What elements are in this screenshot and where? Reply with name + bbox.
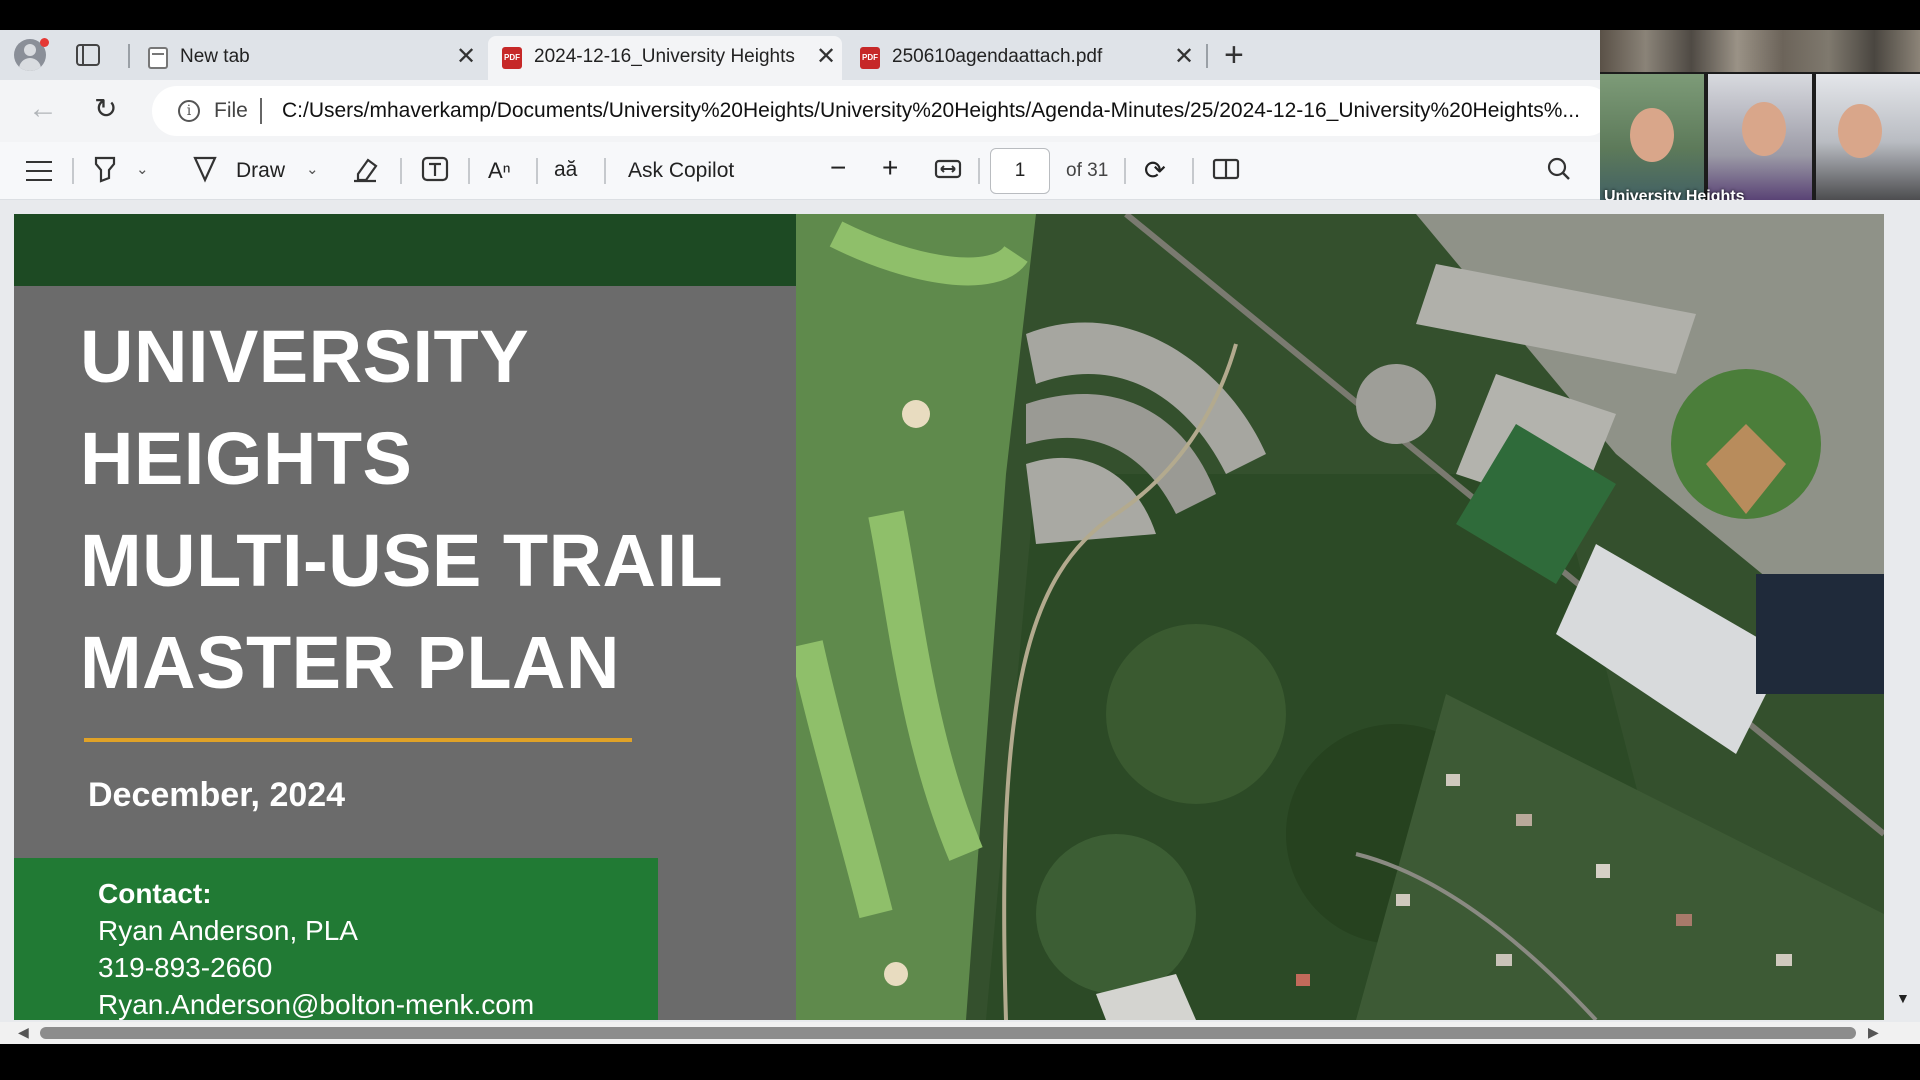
text-box-icon[interactable]: [420, 154, 450, 190]
toolbar-divider: [1192, 158, 1194, 184]
eraser-icon[interactable]: [352, 154, 380, 190]
pdf-toolbar: ⌄ Draw ⌄ Aⁿ aă Ask Copilot − + 1 of 31 ⟳: [0, 142, 1600, 200]
contact-email: Ryan.Anderson@bolton-menk.com: [98, 989, 535, 1020]
zoom-in-icon[interactable]: +: [882, 152, 898, 184]
back-arrow-icon[interactable]: ←: [28, 92, 58, 126]
url-text[interactable]: C:/Users/mhaverkamp/Documents/University…: [282, 99, 1612, 123]
chevron-down-icon[interactable]: ⌄: [136, 160, 149, 178]
accent-rule: [84, 738, 632, 742]
participant-video-tile: [1816, 74, 1920, 210]
close-tab-icon[interactable]: ✕: [456, 42, 476, 72]
page-count: of 31: [1066, 160, 1109, 181]
tab-title: 250610agendaattach.pdf: [892, 46, 1103, 67]
address-bar[interactable]: i File C:/Users/mhaverkamp/Documents/Uni…: [152, 86, 1612, 136]
contact-name: Ryan Anderson, PLA: [98, 915, 358, 946]
tab-agenda-attach-pdf[interactable]: PDF 250610agendaattach.pdf ✕: [846, 36, 1200, 80]
participant-face: [1838, 104, 1882, 158]
reload-icon[interactable]: ↻: [94, 92, 117, 125]
scroll-left-arrow-icon[interactable]: ◀: [18, 1024, 29, 1041]
participant-face: [1742, 102, 1786, 156]
toolbar-divider: [978, 158, 980, 184]
pdf-icon: PDF: [860, 47, 880, 69]
toolbar-divider: [468, 158, 470, 184]
tab-new-tab[interactable]: New tab ✕: [134, 36, 482, 80]
participant-face: [1630, 108, 1674, 162]
ask-copilot-button[interactable]: Ask Copilot: [628, 159, 734, 183]
contact-heading: Contact:: [98, 878, 212, 909]
contents-list-icon[interactable]: [26, 161, 52, 181]
fit-width-icon[interactable]: [934, 154, 962, 190]
screen-bottom-edge: [0, 1048, 1920, 1080]
navigation-toolbar: ← ↻ i File C:/Users/mhaverkamp/Documents…: [0, 80, 1612, 142]
new-tab-page-icon: [148, 47, 168, 69]
tab-divider: [1206, 44, 1208, 68]
tab-strip: New tab ✕ PDF 2024-12-16_University Heig…: [0, 30, 1600, 80]
highlight-icon[interactable]: [92, 154, 118, 190]
contact-box: Contact: Ryan Anderson, PLA 319-893-2660…: [14, 858, 658, 1020]
toolbar-divider: [400, 158, 402, 184]
scroll-right-arrow-icon[interactable]: ▶: [1868, 1024, 1879, 1041]
address-divider: [260, 98, 262, 124]
horizontal-scrollbar[interactable]: ◀ ▶: [0, 1022, 1920, 1044]
scroll-down-arrow-icon[interactable]: ▼: [1896, 990, 1910, 1006]
chevron-down-icon[interactable]: ⌄: [306, 160, 319, 178]
pdf-viewer[interactable]: UNIVERSITY HEIGHTS MULTI-USE TRAIL MASTE…: [0, 200, 1920, 1030]
contact-phone: 319-893-2660: [98, 952, 273, 983]
tab-title: 2024-12-16_University Heights M: [534, 46, 796, 67]
cover-title-line: HEIGHTS: [80, 417, 413, 500]
scheme-label: File: [214, 99, 248, 122]
cover-title-line: MULTI-USE TRAIL: [80, 519, 724, 602]
draw-label[interactable]: Draw: [236, 159, 285, 183]
cover-title-line: UNIVERSITY: [80, 315, 530, 398]
scrollbar-thumb[interactable]: [40, 1027, 1856, 1039]
tab-title: New tab: [180, 46, 250, 67]
notification-dot-icon: [40, 38, 49, 47]
header-band: [14, 214, 796, 286]
close-tab-icon[interactable]: ✕: [816, 42, 836, 72]
pdf-page: UNIVERSITY HEIGHTS MULTI-USE TRAIL MASTE…: [14, 214, 1884, 1020]
new-tab-button[interactable]: +: [1224, 38, 1244, 72]
read-aloud-icon[interactable]: Aⁿ: [488, 158, 511, 184]
cover-title-line: MASTER PLAN: [80, 621, 620, 704]
cover-title-panel: UNIVERSITY HEIGHTS MULTI-USE TRAIL MASTE…: [14, 214, 796, 1020]
close-tab-icon[interactable]: ✕: [1174, 42, 1194, 72]
pdf-icon: PDF: [502, 47, 522, 69]
cover-date: December, 2024: [88, 776, 346, 814]
page-view-icon[interactable]: [1212, 154, 1240, 190]
page-number-input[interactable]: 1: [990, 148, 1050, 194]
toolbar-divider: [604, 158, 606, 184]
site-info-icon[interactable]: i: [178, 100, 200, 122]
video-gallery-strip: [1600, 30, 1920, 72]
video-call-overlay[interactable]: University Heights: [1600, 30, 1920, 210]
draw-icon[interactable]: [192, 154, 218, 190]
rotate-icon[interactable]: ⟳: [1144, 155, 1166, 186]
tab-university-heights-pdf[interactable]: PDF 2024-12-16_University Heights M ✕: [488, 36, 842, 80]
toolbar-divider: [1124, 158, 1126, 184]
aerial-map-image: [796, 214, 1884, 1020]
vertical-tabs-icon[interactable]: [76, 44, 100, 66]
search-icon[interactable]: [1546, 154, 1572, 190]
toolbar-divider: [536, 158, 538, 184]
zoom-out-icon[interactable]: −: [830, 152, 846, 184]
translate-icon[interactable]: aă: [554, 158, 577, 182]
screen: New tab ✕ PDF 2024-12-16_University Heig…: [0, 0, 1920, 1080]
tab-divider: [128, 44, 130, 68]
toolbar-divider: [72, 158, 74, 184]
